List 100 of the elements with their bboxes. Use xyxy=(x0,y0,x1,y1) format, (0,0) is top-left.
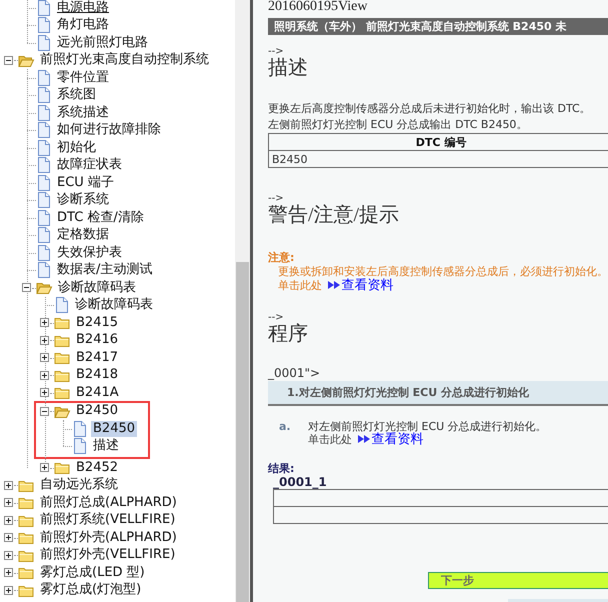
expand-icon[interactable] xyxy=(40,353,49,362)
tree-item[interactable]: 描述 xyxy=(91,438,121,454)
tree-item[interactable]: 如何进行故障排除 xyxy=(55,122,163,138)
link-prefix: 单击此处 xyxy=(308,433,353,446)
double-arrow-icon xyxy=(328,280,340,290)
section-heading: 描述 xyxy=(268,57,308,79)
comment-marker: --> xyxy=(268,194,284,204)
tree-item[interactable]: B2415 xyxy=(74,314,120,331)
table-cell: B2450 xyxy=(268,150,608,168)
tree-item[interactable]: 前照灯光束高度自动控制系统 xyxy=(38,52,211,68)
title-bar: 照明系统（车外） 前照灯光束高度自动控制系统 B2450 未 xyxy=(268,18,608,35)
tree-item[interactable]: 诊断系统 xyxy=(55,192,111,208)
tree-item[interactable]: B241A xyxy=(74,384,121,401)
tree-item[interactable]: 数据表/主动测试 xyxy=(55,262,154,278)
folder-icon xyxy=(36,280,53,296)
collapse-icon[interactable] xyxy=(22,283,31,292)
comment-marker: --> xyxy=(268,47,284,57)
file-icon xyxy=(36,122,52,138)
table-header: DTC 编号 xyxy=(268,134,608,150)
expand-icon[interactable] xyxy=(4,533,13,542)
tree-item[interactable]: 系统描述 xyxy=(55,104,111,121)
double-arrow-icon xyxy=(358,434,370,444)
tree-item[interactable]: 前照灯总成(ALPHARD) xyxy=(38,494,179,511)
notice-text: 更换或拆卸和安装左后高度控制传感器分总成后，必须进行初始化。 xyxy=(277,265,608,278)
file-icon xyxy=(72,438,88,454)
file-icon xyxy=(36,210,52,226)
expand-icon[interactable] xyxy=(40,336,49,345)
tree-item[interactable]: 电源电路 xyxy=(55,0,111,16)
file-icon xyxy=(36,192,52,208)
anchor-text: _0001"> xyxy=(268,367,320,380)
tree-item[interactable]: DTC 检查/清除 xyxy=(55,210,146,226)
tree-item[interactable]: 前照灯外壳(ALPHARD) xyxy=(38,530,179,546)
file-icon xyxy=(36,157,52,174)
expand-icon[interactable] xyxy=(4,568,13,578)
file-icon xyxy=(54,297,70,314)
tree-item[interactable]: B2452 xyxy=(74,460,120,476)
folder-icon xyxy=(54,385,71,400)
expand-icon[interactable] xyxy=(4,498,13,508)
tree-item[interactable]: 诊断故障码表 xyxy=(56,280,138,296)
folder-icon xyxy=(54,460,71,476)
folder-icon xyxy=(54,350,71,366)
tree-item[interactable]: 系统图 xyxy=(55,87,98,104)
tree-item[interactable]: 自动远光系统 xyxy=(38,477,120,494)
file-icon xyxy=(36,174,52,191)
file-icon xyxy=(72,420,88,437)
section-heading: 警告/注意/提示 xyxy=(268,204,400,226)
file-icon xyxy=(36,104,52,121)
expand-icon[interactable] xyxy=(4,550,13,560)
tree-item[interactable]: 前照灯系统(VELLFIRE) xyxy=(38,512,178,528)
step-text: 对左侧前照灯灯光控制 ECU 分总成进行初始化。 xyxy=(308,420,547,433)
collapse-icon[interactable] xyxy=(4,56,13,65)
tree-item[interactable]: B2450 xyxy=(91,420,138,437)
expand-icon[interactable] xyxy=(4,480,13,490)
file-icon xyxy=(36,262,52,278)
collapse-icon[interactable] xyxy=(40,406,49,416)
tree-item[interactable]: 诊断故障码表 xyxy=(73,297,155,314)
result-id: _0001_1 xyxy=(272,476,327,489)
link-prefix: 单击此处 xyxy=(278,279,323,292)
expand-icon[interactable] xyxy=(40,388,49,398)
view-info-link[interactable]: 查看资料 xyxy=(372,432,424,447)
file-icon xyxy=(36,70,52,86)
description-text: 左侧前照灯灯光控制 ECU 分总成输出 DTC B2450。 xyxy=(268,117,528,133)
tree-item[interactable]: B2416 xyxy=(74,332,120,348)
folder-icon xyxy=(18,565,35,580)
scrollbar[interactable] xyxy=(235,0,250,602)
comment-marker: --> xyxy=(268,313,284,323)
expand-icon[interactable] xyxy=(4,516,13,525)
tree-item[interactable]: 零件位置 xyxy=(55,70,111,86)
result-label: 结果: xyxy=(268,462,294,476)
tree-item[interactable]: 故障症状表 xyxy=(55,157,124,174)
folder-icon xyxy=(54,315,71,330)
tree-item[interactable]: 初始化 xyxy=(55,140,98,156)
tree-item[interactable]: B2417 xyxy=(74,350,120,366)
section-heading: 程序 xyxy=(268,323,308,345)
view-info-link[interactable]: 查看资料 xyxy=(342,278,394,293)
tree-item[interactable]: 前照灯外壳(VELLFIRE) xyxy=(38,547,178,564)
folder-icon xyxy=(18,495,35,510)
tree-item[interactable]: 雾灯总成(灯泡型) xyxy=(38,582,144,598)
tree-item[interactable]: B2418 xyxy=(74,367,120,384)
tree-item[interactable]: 雾灯总成(LED 型) xyxy=(38,564,147,581)
tree-item[interactable]: 远光前照灯电路 xyxy=(55,34,150,51)
next-button[interactable]: 下一步 xyxy=(428,572,608,589)
expand-icon[interactable] xyxy=(40,318,49,328)
file-icon xyxy=(36,227,52,244)
notice-label: 注意: xyxy=(268,251,294,265)
tree-item[interactable]: 定格数据 xyxy=(55,227,111,244)
tree-item[interactable]: ECU 端子 xyxy=(55,174,116,191)
step-label: a. xyxy=(278,420,292,435)
file-icon xyxy=(36,244,52,261)
tree-item[interactable]: 失效保护表 xyxy=(55,244,124,261)
tree-item[interactable]: B2450 xyxy=(74,403,120,420)
file-name: 2016060195View xyxy=(268,0,368,14)
tree-item[interactable]: 角灯电路 xyxy=(55,17,111,34)
file-icon xyxy=(36,17,52,34)
folder-icon xyxy=(18,530,35,546)
expand-icon[interactable] xyxy=(4,586,13,595)
scroll-thumb[interactable] xyxy=(236,262,249,602)
file-icon xyxy=(36,140,52,156)
expand-icon[interactable] xyxy=(40,463,49,472)
expand-icon[interactable] xyxy=(40,370,49,380)
